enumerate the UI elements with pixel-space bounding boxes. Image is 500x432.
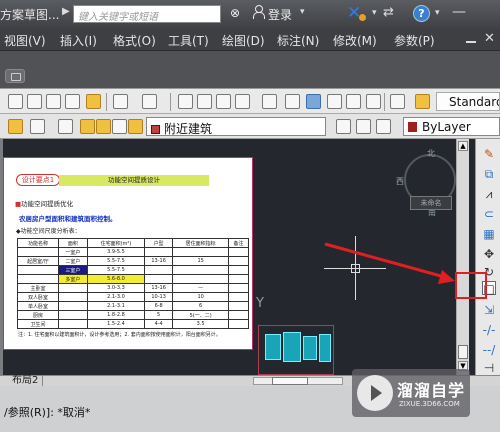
- command-history-text: /参照(R)]: *取消*: [4, 406, 91, 419]
- offset-icon[interactable]: ⊂: [482, 207, 496, 221]
- annotation-arrow: [324, 242, 455, 284]
- stretch-icon[interactable]: ⇲: [482, 303, 496, 317]
- horizontal-scroll-thumb[interactable]: [272, 377, 308, 385]
- watermark-url: ZIXUE.3D66.COM: [399, 400, 460, 408]
- extend-icon[interactable]: --/: [482, 343, 496, 357]
- scroll-up-icon[interactable]: ▲: [458, 141, 468, 151]
- trim-icon[interactable]: -/-: [482, 323, 496, 337]
- mirror-icon[interactable]: ⩘: [482, 187, 496, 201]
- vertical-scrollbar[interactable]: ▲ ▼: [456, 139, 469, 375]
- scroll-thumb[interactable]: [458, 345, 468, 359]
- array-icon[interactable]: ▦: [482, 227, 496, 241]
- watermark-name: 溜溜自学: [397, 381, 466, 400]
- watermark-logo-icon: [357, 375, 393, 411]
- modify-toolbar: ✎ ⧉ ⩘ ⊂ ▦ ✥ ↻ □ ⇲ -/- --/ ⊣: [475, 139, 500, 375]
- break-icon[interactable]: ⊣: [482, 361, 496, 375]
- erase-icon[interactable]: ✎: [482, 147, 496, 161]
- move-icon[interactable]: ✥: [482, 247, 496, 261]
- copy-object-icon[interactable]: ⧉: [482, 167, 496, 181]
- highlight-box: [455, 272, 487, 299]
